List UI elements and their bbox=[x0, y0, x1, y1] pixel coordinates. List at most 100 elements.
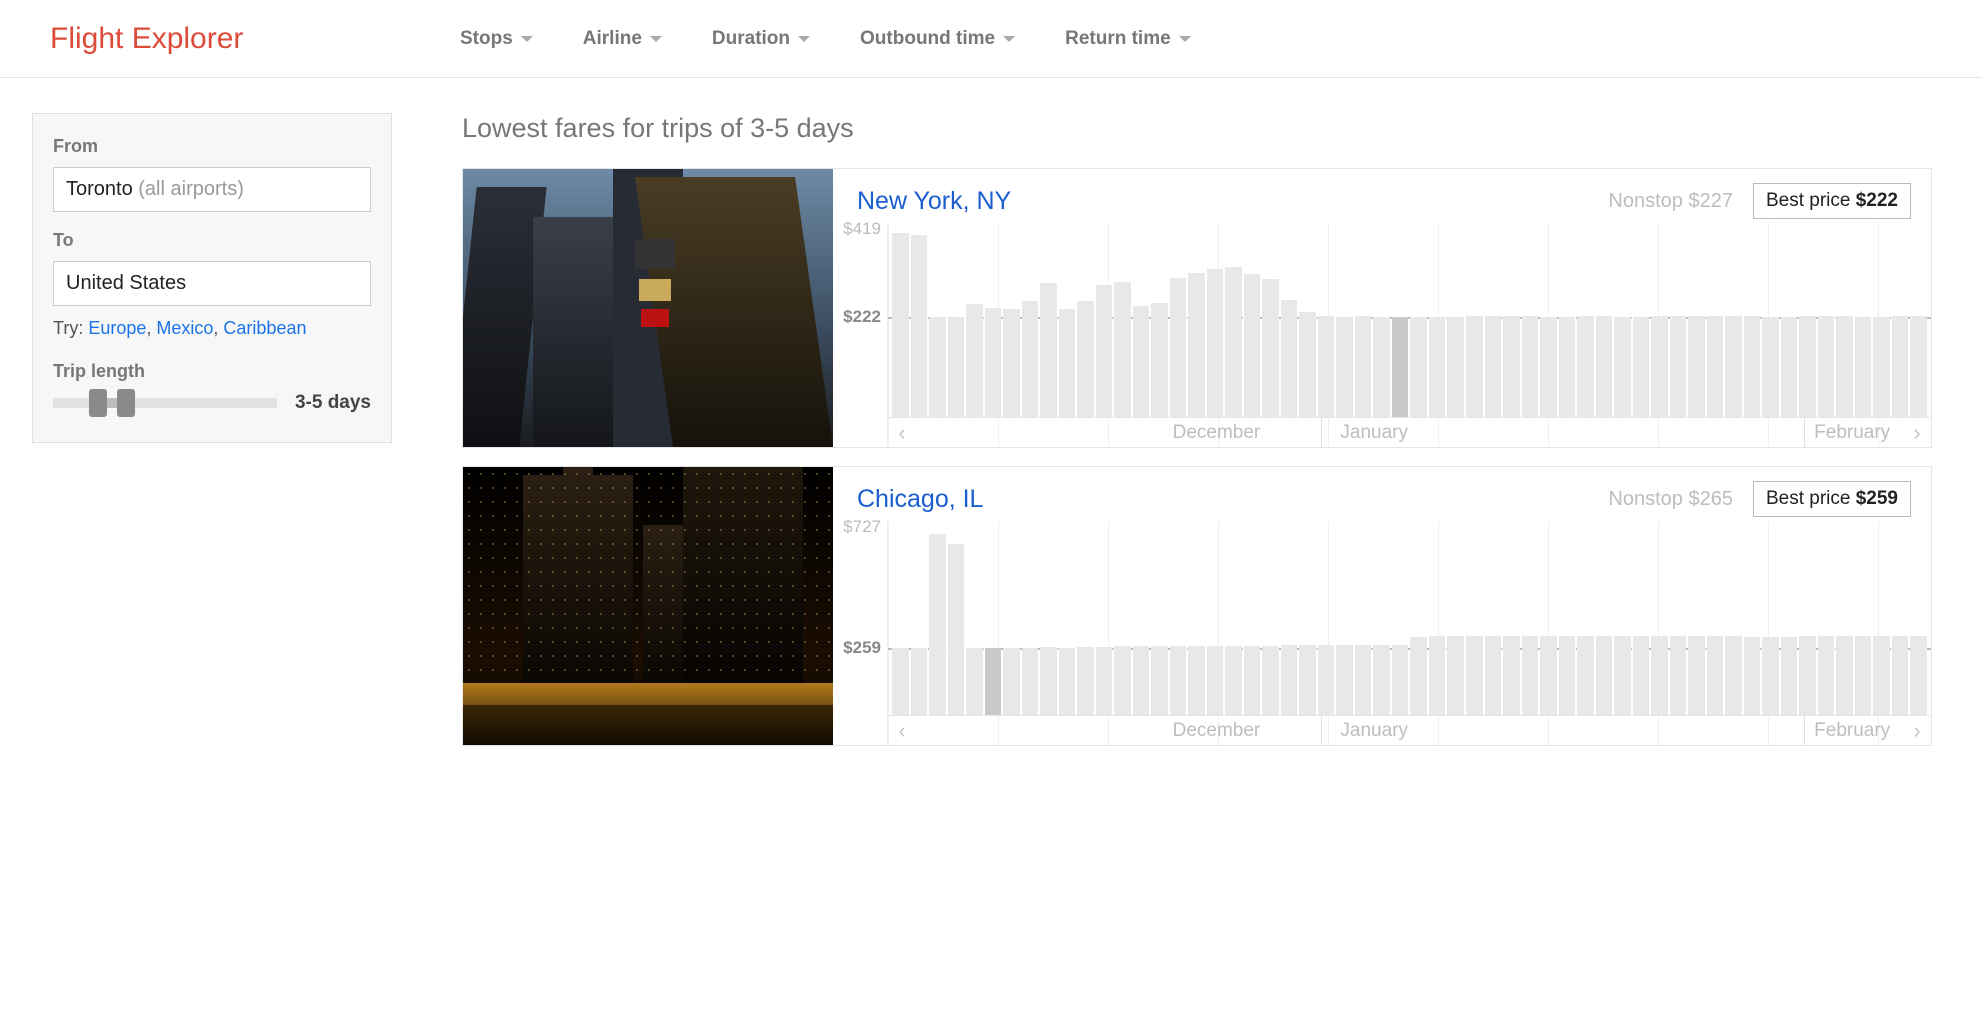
chart-bar[interactable] bbox=[1540, 317, 1557, 418]
chart-bar[interactable] bbox=[1596, 636, 1613, 715]
chart-bar[interactable] bbox=[1207, 269, 1224, 417]
chart-bar[interactable] bbox=[1188, 273, 1205, 417]
chart-bar[interactable] bbox=[1836, 316, 1853, 417]
chart-bar[interactable] bbox=[1133, 306, 1150, 417]
chart-bar[interactable] bbox=[1707, 636, 1724, 715]
chart-bar[interactable] bbox=[1392, 645, 1409, 715]
chart-bar[interactable] bbox=[1133, 646, 1150, 715]
chart-bar[interactable] bbox=[1225, 267, 1242, 417]
best-price-badge[interactable]: Best price $222 bbox=[1753, 183, 1911, 219]
chart-bar[interactable] bbox=[1577, 316, 1594, 417]
chart-bar[interactable] bbox=[1762, 637, 1779, 715]
filter-duration[interactable]: Duration bbox=[712, 28, 810, 50]
chart-bar[interactable] bbox=[1244, 274, 1261, 417]
chart-bar[interactable] bbox=[1447, 317, 1464, 418]
chart-bar[interactable] bbox=[1318, 316, 1335, 417]
chart-bar[interactable] bbox=[1170, 278, 1187, 417]
chart-bar[interactable] bbox=[985, 308, 1002, 417]
chart-bar[interactable] bbox=[1485, 636, 1502, 715]
chart-bar[interactable] bbox=[1818, 636, 1835, 715]
chart-bar[interactable] bbox=[1744, 637, 1761, 715]
to-input[interactable]: United States bbox=[53, 261, 371, 306]
chart-bar[interactable] bbox=[1466, 316, 1483, 417]
chart-bar[interactable] bbox=[1040, 647, 1057, 715]
filter-airline[interactable]: Airline bbox=[583, 28, 662, 50]
chart-bar[interactable] bbox=[1892, 316, 1909, 417]
chart-bar[interactable] bbox=[1503, 636, 1520, 715]
chart-bar[interactable] bbox=[1707, 316, 1724, 417]
chart-bar[interactable] bbox=[1355, 645, 1372, 715]
chart-bar[interactable] bbox=[1373, 645, 1390, 715]
chart-bar[interactable] bbox=[948, 544, 965, 715]
chart-bar[interactable] bbox=[1096, 285, 1113, 417]
chart-bar[interactable] bbox=[1596, 316, 1613, 417]
chart-bar[interactable] bbox=[1022, 648, 1039, 715]
trip-length-slider[interactable] bbox=[53, 398, 277, 408]
chart-bar[interactable] bbox=[1003, 648, 1020, 715]
chart-bar[interactable] bbox=[892, 648, 909, 715]
chart-bar[interactable] bbox=[911, 235, 928, 417]
chart-bar[interactable] bbox=[1429, 317, 1446, 417]
chart-bar[interactable] bbox=[1485, 316, 1502, 417]
chart-bar[interactable] bbox=[1022, 301, 1039, 417]
chart-bar[interactable] bbox=[1781, 637, 1798, 715]
chart-bar[interactable] bbox=[1188, 646, 1205, 715]
chart-bar[interactable] bbox=[1781, 317, 1798, 418]
chart-bar[interactable] bbox=[911, 648, 928, 715]
chart-bar[interactable] bbox=[1281, 300, 1298, 417]
chart-bar[interactable] bbox=[1040, 283, 1057, 417]
chart-bar[interactable] bbox=[1336, 645, 1353, 715]
chart-bar[interactable] bbox=[1910, 316, 1927, 417]
chart-bar[interactable] bbox=[1522, 636, 1539, 715]
try-link-mexico[interactable]: Mexico bbox=[156, 318, 213, 338]
chart-bar[interactable] bbox=[1670, 316, 1687, 417]
destination-name-link[interactable]: New York, NY bbox=[857, 187, 1011, 216]
chart-prev-button[interactable]: ‹ bbox=[888, 718, 916, 744]
chart-bar[interactable] bbox=[1355, 316, 1372, 417]
chart-bar[interactable] bbox=[966, 648, 983, 715]
chart-bar[interactable] bbox=[1818, 316, 1835, 417]
chart-bar[interactable] bbox=[929, 534, 946, 715]
from-input[interactable]: Toronto (all airports) bbox=[53, 167, 371, 212]
chart-bar[interactable] bbox=[1466, 636, 1483, 715]
chart-bar[interactable] bbox=[1614, 317, 1631, 418]
chart-bar[interactable] bbox=[985, 648, 1002, 715]
chart-bar[interactable] bbox=[1559, 636, 1576, 715]
chart-bar[interactable] bbox=[1077, 647, 1094, 715]
chart-bar[interactable] bbox=[1744, 316, 1761, 417]
chart-bar[interactable] bbox=[1170, 646, 1187, 715]
chart-bar[interactable] bbox=[1447, 636, 1464, 715]
chart-bar[interactable] bbox=[1725, 636, 1742, 715]
try-link-caribbean[interactable]: Caribbean bbox=[223, 318, 306, 338]
chart-bar[interactable] bbox=[1373, 317, 1390, 418]
filter-return-time[interactable]: Return time bbox=[1065, 28, 1191, 50]
chart-bar[interactable] bbox=[1540, 636, 1557, 715]
chart-bar[interactable] bbox=[1392, 317, 1409, 417]
chart-bar[interactable] bbox=[1059, 648, 1076, 715]
try-link-europe[interactable]: Europe bbox=[88, 318, 146, 338]
chart-bar[interactable] bbox=[1244, 646, 1261, 715]
chart-bar[interactable] bbox=[1633, 636, 1650, 715]
chart-bar[interactable] bbox=[1003, 309, 1020, 417]
chart-bar[interactable] bbox=[892, 233, 909, 417]
chart-bar[interactable] bbox=[1151, 303, 1168, 417]
chart-bar[interactable] bbox=[1559, 317, 1576, 418]
destination-name-link[interactable]: Chicago, IL bbox=[857, 485, 983, 514]
chart-bar[interactable] bbox=[1262, 646, 1279, 715]
chart-bar[interactable] bbox=[1688, 316, 1705, 417]
chart-bar[interactable] bbox=[1688, 636, 1705, 715]
chart-bar[interactable] bbox=[1318, 645, 1335, 715]
chart-bar[interactable] bbox=[1151, 646, 1168, 715]
chart-prev-button[interactable]: ‹ bbox=[888, 420, 916, 446]
chart-bar[interactable] bbox=[1522, 316, 1539, 417]
chart-bar[interactable] bbox=[1855, 317, 1872, 418]
slider-handle-max[interactable] bbox=[117, 389, 135, 417]
chart-bar[interactable] bbox=[1207, 646, 1224, 715]
chart-next-button[interactable]: › bbox=[1903, 420, 1931, 446]
chart-bar[interactable] bbox=[1670, 636, 1687, 715]
chart-bar[interactable] bbox=[1799, 316, 1816, 417]
chart-bar[interactable] bbox=[1873, 636, 1890, 715]
chart-bar[interactable] bbox=[1836, 636, 1853, 715]
chart-bar[interactable] bbox=[1096, 647, 1113, 715]
chart-bar[interactable] bbox=[929, 317, 946, 417]
